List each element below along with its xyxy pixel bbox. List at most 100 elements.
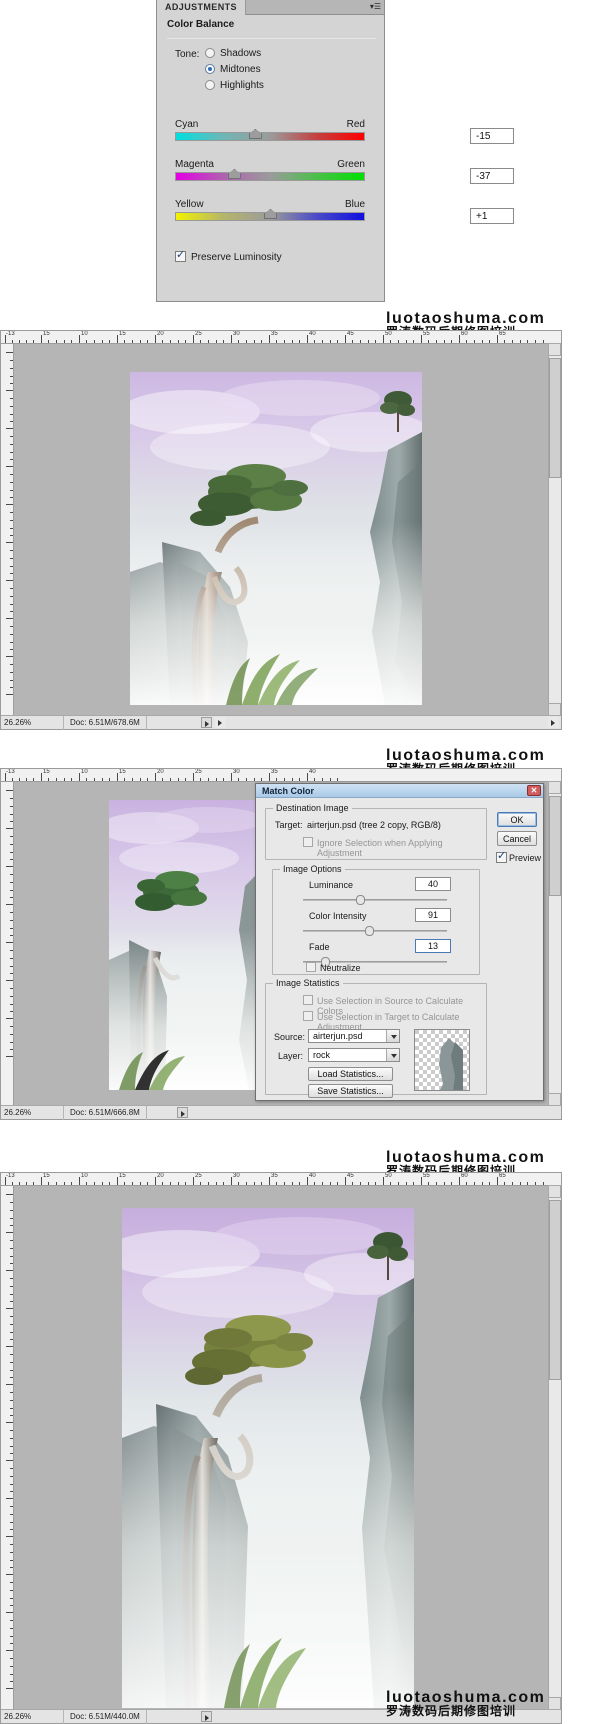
slider-magenta-green: Magenta Green bbox=[175, 159, 365, 181]
preserve-luminosity-checkbox[interactable]: Preserve Luminosity bbox=[175, 249, 282, 263]
radio-midtones[interactable]: Midtones bbox=[205, 64, 261, 75]
layer-select[interactable]: rock bbox=[308, 1048, 400, 1062]
source-value: airterjun.psd bbox=[313, 1031, 363, 1041]
watermark-4: luotaoshuma.com 罗涛数码后期修图培训 bbox=[386, 1690, 545, 1718]
artboard-image-2[interactable] bbox=[109, 800, 261, 1090]
artboard-image-1[interactable] bbox=[130, 372, 422, 705]
ruler-vertical-1[interactable] bbox=[1, 344, 14, 729]
artboard-image-3[interactable] bbox=[122, 1208, 414, 1708]
tab-adjustments[interactable]: ADJUSTMENTS bbox=[157, 0, 246, 15]
doc-info-3: Doc: 6.51M/440.0M bbox=[63, 1710, 147, 1724]
scroll-thumb-vertical-2[interactable] bbox=[549, 796, 561, 896]
value-input-yellow-blue[interactable]: +1 bbox=[470, 208, 514, 224]
status-bar-1: 26.26% Doc: 6.51M/678.6M bbox=[1, 715, 561, 730]
scroll-up-button-1[interactable] bbox=[548, 343, 561, 356]
watermark-zh-4: 罗涛数码后期修图培训 bbox=[386, 1704, 517, 1718]
scroll-right-button-1[interactable] bbox=[548, 717, 559, 728]
composite-artwork-3 bbox=[122, 1208, 414, 1708]
canvas-area-3[interactable] bbox=[14, 1186, 548, 1709]
slider-left-label-cyan: Cyan bbox=[175, 119, 199, 130]
luminance-slider-knob[interactable] bbox=[356, 895, 365, 905]
color-intensity-input[interactable]: 91 bbox=[415, 908, 451, 922]
slider-yellow-blue: Yellow Blue bbox=[175, 199, 365, 221]
radio-highlights[interactable]: Highlights bbox=[205, 80, 264, 91]
checkbox-use-selection-target[interactable] bbox=[303, 1011, 313, 1021]
slider-labels-magenta-green: Magenta Green bbox=[175, 159, 365, 171]
checkbox-indicator-preview bbox=[496, 850, 507, 863]
layer-value: rock bbox=[313, 1050, 331, 1060]
source-label: Source: bbox=[274, 1032, 306, 1042]
load-statistics-button[interactable]: Load Statistics... bbox=[308, 1067, 393, 1081]
scrollbar-vertical-2[interactable] bbox=[548, 781, 561, 1106]
zoom-level-3[interactable]: 26.26% bbox=[4, 1710, 31, 1723]
color-intensity-slider[interactable] bbox=[303, 926, 447, 936]
preserve-luminosity-label: Preserve Luminosity bbox=[191, 252, 282, 263]
luminance-slider-track bbox=[303, 899, 447, 901]
slider-labels-yellow-blue: Yellow Blue bbox=[175, 199, 365, 211]
radio-label-shadows: Shadows bbox=[220, 48, 262, 59]
chevron-down-icon-source[interactable] bbox=[386, 1030, 399, 1042]
zoom-level-2[interactable]: 26.26% bbox=[4, 1106, 31, 1119]
slider-cyan-red: Cyan Red bbox=[175, 119, 365, 141]
zoom-level-1[interactable]: 26.26% bbox=[4, 716, 31, 729]
ruler-horizontal-2[interactable]: -13 15 10 15 20 25 30 35 40 bbox=[1, 769, 561, 782]
checkbox-ignore-selection[interactable] bbox=[303, 837, 313, 847]
ruler-horizontal-3[interactable]: -13 15 10 15 20 25 30 35 40 45 50 55 60 … bbox=[1, 1173, 561, 1186]
scroll-thumb-vertical-1[interactable] bbox=[549, 358, 561, 478]
cancel-button[interactable]: Cancel bbox=[497, 831, 537, 846]
fade-input[interactable]: 13 bbox=[415, 939, 451, 953]
fade-label: Fade bbox=[309, 942, 330, 952]
dialog-title-bar[interactable]: Match Color ✕ bbox=[256, 784, 543, 798]
image-options-legend: Image Options bbox=[280, 864, 345, 874]
ok-button[interactable]: OK bbox=[497, 812, 537, 827]
source-select[interactable]: airterjun.psd bbox=[308, 1029, 400, 1043]
chevron-down-icon-layer[interactable] bbox=[386, 1049, 399, 1061]
close-icon[interactable]: ✕ bbox=[527, 785, 541, 796]
value-input-cyan-red[interactable]: -15 bbox=[470, 128, 514, 144]
target-label: Target: bbox=[275, 820, 303, 830]
color-intensity-label: Color Intensity bbox=[309, 911, 367, 921]
luminance-slider[interactable] bbox=[303, 895, 447, 905]
ruler-horizontal-1[interactable]: -13 15 10 15 20 25 30 35 40 45 50 55 60 … bbox=[1, 331, 561, 344]
scroll-up-button-3[interactable] bbox=[548, 1185, 561, 1198]
scroll-thumb-vertical-3[interactable] bbox=[549, 1200, 561, 1380]
watermark-en-3: luotaoshuma.com bbox=[386, 1149, 546, 1166]
scrollbar-vertical-1[interactable] bbox=[548, 343, 561, 716]
luminance-label: Luminance bbox=[309, 880, 354, 890]
radio-indicator-midtones bbox=[205, 64, 215, 74]
source-thumbnail bbox=[414, 1029, 470, 1091]
panel-menu-icon[interactable]: ▾☰ bbox=[370, 3, 381, 11]
slider-track-cyan-red[interactable] bbox=[175, 132, 365, 141]
status-bar-2: 26.26% Doc: 6.51M/666.8M bbox=[1, 1105, 561, 1120]
scrollbar-vertical-3[interactable] bbox=[548, 1185, 561, 1710]
checkbox-neutralize[interactable] bbox=[306, 962, 316, 972]
dialog-title: Match Color bbox=[262, 786, 315, 796]
radio-label-highlights: Highlights bbox=[220, 80, 264, 91]
slider-right-label-red: Red bbox=[346, 119, 365, 130]
adjustments-tab-bar: ADJUSTMENTS ▾☰ bbox=[157, 0, 384, 15]
canvas-area-1[interactable] bbox=[14, 344, 548, 715]
neutralize-label: Neutralize bbox=[320, 963, 361, 973]
watermark-en-1: luotaoshuma.com bbox=[386, 310, 546, 327]
destination-image-group: Destination Image Target: airterjun.psd … bbox=[265, 803, 487, 860]
page-title: Color Balance bbox=[167, 19, 235, 30]
color-intensity-slider-track bbox=[303, 930, 447, 932]
luminance-input[interactable]: 40 bbox=[415, 877, 451, 891]
ruler-vertical-2[interactable] bbox=[1, 782, 14, 1119]
slider-labels-cyan-red: Cyan Red bbox=[175, 119, 365, 131]
status-menu-button-1[interactable] bbox=[201, 717, 212, 728]
radio-shadows[interactable]: Shadows bbox=[205, 48, 261, 59]
status-menu-button-3[interactable] bbox=[201, 1711, 212, 1722]
scroll-up-button-2[interactable] bbox=[548, 781, 561, 794]
image-options-group: Image Options Luminance 40 Color Intensi… bbox=[272, 864, 480, 975]
radio-indicator-shadows bbox=[205, 48, 215, 58]
checkbox-use-selection-source[interactable] bbox=[303, 995, 313, 1005]
scroll-left-button-1[interactable] bbox=[215, 717, 226, 728]
layer-label: Layer: bbox=[278, 1051, 304, 1061]
status-menu-button-2[interactable] bbox=[177, 1107, 188, 1118]
save-statistics-button[interactable]: Save Statistics... bbox=[308, 1084, 393, 1098]
color-intensity-slider-knob[interactable] bbox=[365, 926, 374, 936]
ruler-vertical-3[interactable] bbox=[1, 1186, 14, 1723]
slider-track-magenta-green[interactable] bbox=[175, 172, 365, 181]
value-input-magenta-green[interactable]: -37 bbox=[470, 168, 514, 184]
